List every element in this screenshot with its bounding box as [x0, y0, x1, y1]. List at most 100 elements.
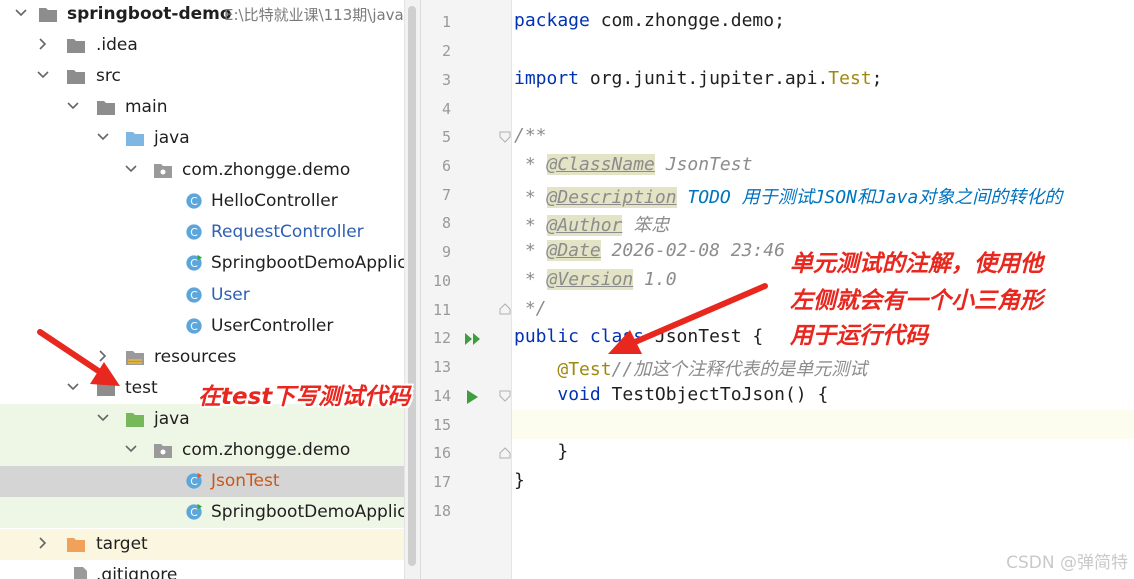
tree-label: java: [154, 409, 190, 429]
keyword: public class: [514, 326, 645, 347]
javadoc-tag: @Date: [546, 240, 601, 261]
fold-icon[interactable]: [499, 131, 511, 143]
java-class-icon: C: [186, 318, 202, 334]
code-line-10[interactable]: * @Version 1.0: [514, 269, 677, 290]
chevron-right-icon[interactable]: [36, 37, 50, 51]
tree-row-hello-controller[interactable]: C HelloController: [0, 186, 420, 217]
line-number: 4: [441, 100, 451, 118]
comment-text: //加这个注释代表的是单元测试: [611, 359, 868, 380]
tree-row-main-java[interactable]: java: [0, 123, 420, 154]
tree-row-main[interactable]: main: [0, 92, 420, 123]
chevron-down-icon[interactable]: [96, 130, 110, 144]
editor-gutter[interactable]: 1 2 3 4 5 6 7 8 9 10 11 12 13 14 15 16 1…: [421, 0, 512, 579]
svg-text:C: C: [190, 475, 198, 488]
tree-row-user[interactable]: C User: [0, 280, 420, 311]
tree-row-idea[interactable]: .idea: [0, 30, 420, 61]
javadoc-tag: @Version: [546, 269, 634, 290]
tree-label: src: [96, 66, 121, 86]
tree-row-project[interactable]: springboot-demo E:\比特就业课\113期\java: [0, 0, 420, 30]
test-folder-icon: [126, 413, 144, 427]
line-number: 16: [432, 444, 451, 462]
run-all-tests-icon[interactable]: [463, 331, 483, 347]
comment-text: 笨忠: [622, 215, 670, 236]
tree-row-src[interactable]: src: [0, 61, 420, 92]
keyword: void: [557, 384, 601, 405]
chevron-right-icon[interactable]: [36, 536, 50, 550]
tree-label: target: [96, 534, 148, 554]
tree-label: com.zhongge.demo: [182, 160, 351, 180]
code-line-1[interactable]: package com.zhongge.demo;: [514, 10, 785, 31]
tree-scrollbar-thumb[interactable]: [408, 6, 416, 566]
annotation-text: @Test: [557, 359, 612, 380]
tree-row-json-test[interactable]: C JsonTest: [0, 466, 420, 497]
java-test-class-icon: C: [186, 472, 203, 489]
tree-label: test: [125, 378, 158, 398]
tree-label: SpringbootDemoApplicat: [211, 253, 420, 273]
chevron-down-icon[interactable]: [36, 68, 50, 82]
svg-text:C: C: [190, 320, 198, 333]
package-icon: [154, 444, 172, 458]
code-line-12[interactable]: public class JsonTest {: [514, 326, 763, 347]
tree-row-resources[interactable]: resources: [0, 342, 420, 373]
tree-label: com.zhongge.demo: [182, 440, 351, 460]
tree-label: UserController: [211, 316, 334, 336]
folder-icon: [39, 8, 57, 22]
line-number: 12: [432, 329, 451, 347]
tree-row-app-test[interactable]: C SpringbootDemoApplicat: [0, 497, 420, 528]
code-text: ;: [871, 68, 883, 89]
tree-row-target[interactable]: target: [0, 529, 420, 560]
annotation-test-note: 在test下写测试代码: [198, 384, 411, 410]
tree-label: .gitignore: [96, 565, 178, 579]
line-number: 10: [432, 272, 451, 290]
line-number: 6: [441, 157, 451, 175]
code-line-16[interactable]: }: [514, 441, 568, 462]
chevron-down-icon[interactable]: [14, 6, 28, 20]
code-line-9[interactable]: * @Date 2026-02-08 23:46: [514, 240, 785, 261]
keyword: import: [514, 68, 580, 89]
svg-text:C: C: [190, 195, 198, 208]
keyword: package: [514, 10, 590, 31]
chevron-down-icon[interactable]: [124, 442, 138, 456]
line-number: 13: [432, 358, 451, 376]
code-line-13[interactable]: @Test//加这个注释代表的是单元测试: [514, 355, 867, 381]
excluded-folder-icon: [67, 538, 85, 552]
code-line-7[interactable]: * @Description TODO 用于测试JSON和Java对象之间的转化…: [514, 183, 1062, 209]
code-line-14[interactable]: void TestObjectToJson() {: [514, 384, 828, 405]
code-line-6[interactable]: * @ClassName JsonTest: [514, 154, 752, 175]
svg-text:C: C: [190, 506, 198, 519]
tree-row-gitignore[interactable]: .gitignore: [0, 560, 420, 579]
chevron-down-icon[interactable]: [66, 99, 80, 113]
line-number: 7: [441, 186, 451, 204]
comment-text: 1.0: [633, 269, 677, 290]
svg-text:C: C: [190, 226, 198, 239]
tree-row-user-controller[interactable]: C UserController: [0, 311, 420, 342]
code-text: TestObjectToJson() {: [600, 384, 829, 405]
fold-icon[interactable]: [499, 303, 511, 315]
chevron-right-icon[interactable]: [96, 349, 110, 363]
line-number: 18: [432, 502, 451, 520]
tree-label: JsonTest: [211, 471, 280, 491]
tree-row-request-controller[interactable]: C RequestController: [0, 217, 420, 248]
line-number: 14: [432, 387, 451, 405]
tree-label: main: [125, 97, 168, 117]
tree-label: HelloController: [211, 191, 338, 211]
code-line-11[interactable]: */: [514, 298, 547, 319]
run-test-icon[interactable]: [465, 389, 479, 405]
code-line-5[interactable]: /**: [514, 125, 547, 146]
code-line-3[interactable]: import org.junit.jupiter.api.Test;: [514, 68, 882, 89]
comment-text: *: [514, 154, 547, 175]
comment-text: JsonTest: [654, 154, 753, 175]
chevron-down-icon[interactable]: [124, 162, 138, 176]
folder-icon: [67, 70, 85, 84]
code-line-8[interactable]: * @Author 笨忠: [514, 211, 669, 237]
fold-icon[interactable]: [499, 447, 511, 459]
tree-label: RequestController: [211, 222, 364, 242]
chevron-down-icon[interactable]: [96, 411, 110, 425]
fold-icon[interactable]: [499, 390, 511, 402]
tree-row-main-package[interactable]: com.zhongge.demo: [0, 155, 420, 186]
code-line-17[interactable]: }: [514, 470, 525, 491]
tree-row-test-package[interactable]: com.zhongge.demo: [0, 435, 420, 466]
project-name: springboot-demo: [67, 4, 232, 24]
tree-row-app-main[interactable]: C SpringbootDemoApplicat: [0, 248, 420, 279]
chevron-down-icon[interactable]: [66, 380, 80, 394]
